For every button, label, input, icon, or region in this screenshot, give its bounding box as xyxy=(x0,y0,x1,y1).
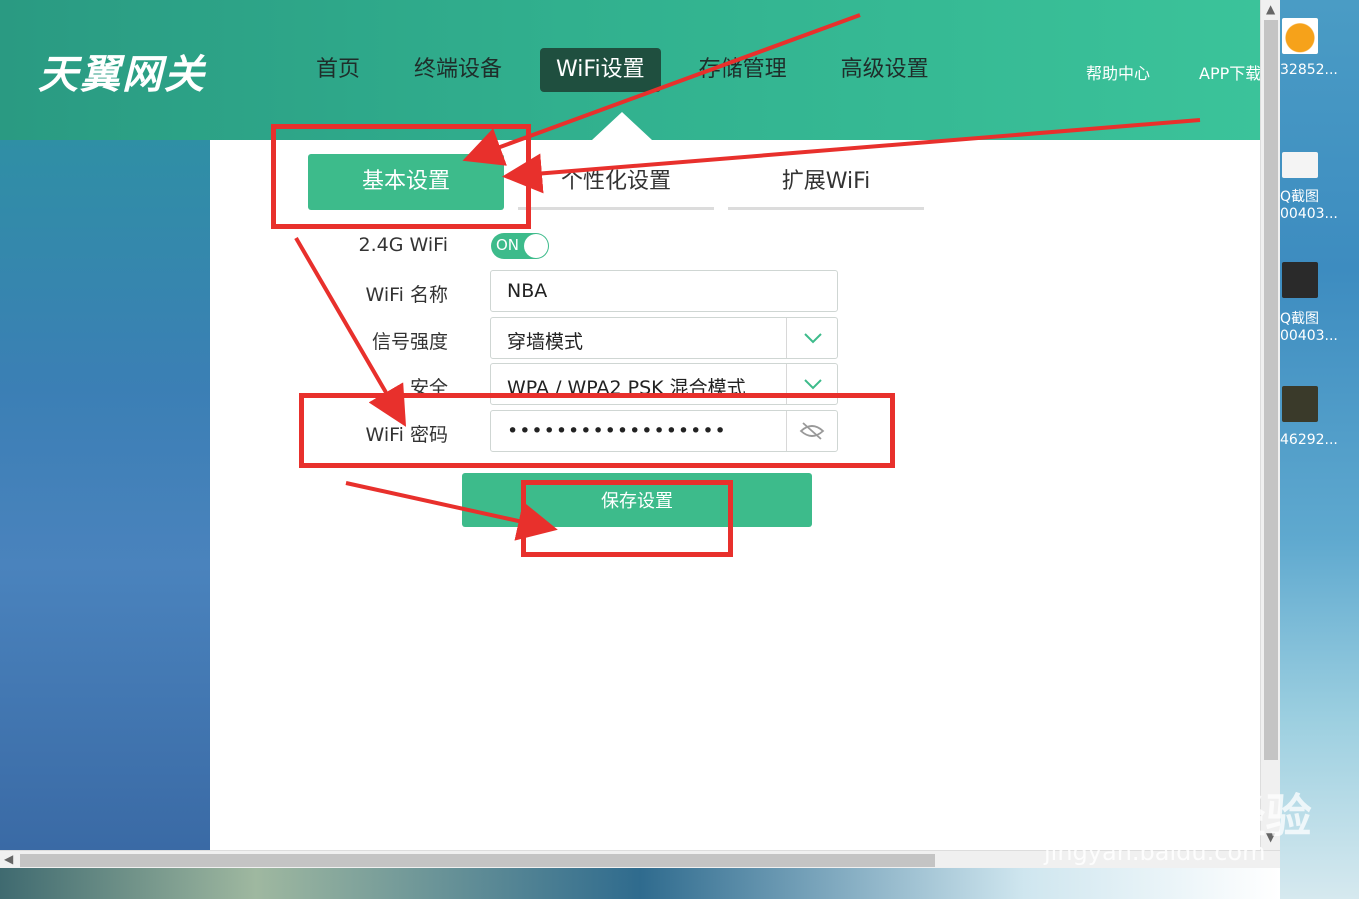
annotation-arrows xyxy=(294,13,1201,541)
